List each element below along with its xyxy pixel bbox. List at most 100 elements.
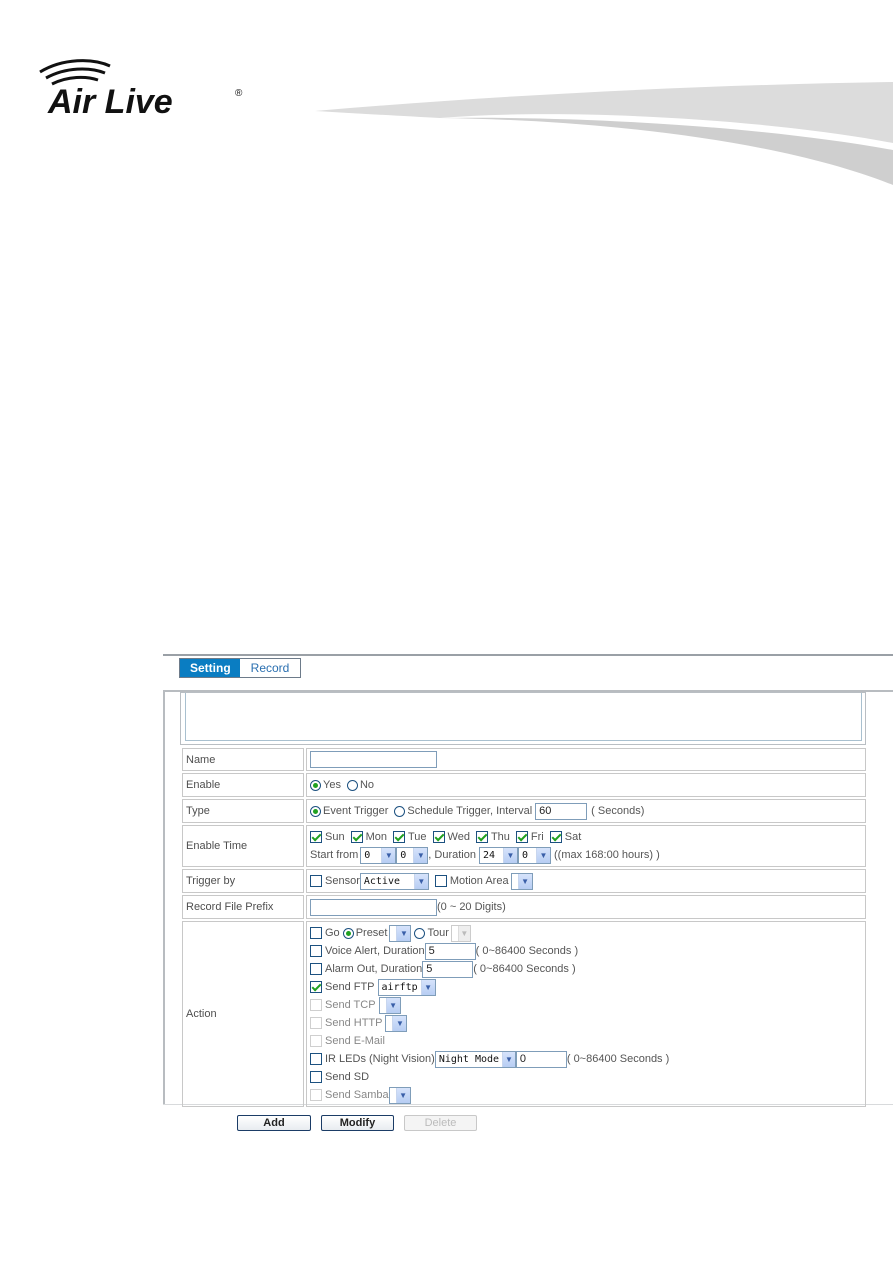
- type-label: Type: [182, 799, 304, 823]
- ir-duration-input[interactable]: 0: [515, 1050, 567, 1068]
- name-label: Name: [182, 748, 304, 771]
- voice-alert-duration-input[interactable]: 5: [424, 942, 476, 960]
- send-http-label: Send HTTP: [325, 1017, 383, 1029]
- record-prefix-label: Record File Prefix: [182, 895, 304, 919]
- tour-select[interactable]: ▼: [450, 924, 471, 942]
- duration-minute-select[interactable]: 0 ▼: [518, 846, 551, 864]
- tour-radio[interactable]: [414, 927, 426, 939]
- interval-input[interactable]: 60: [535, 802, 588, 820]
- action-tcp-row: Send TCP ▼: [310, 996, 862, 1014]
- send-email-checkbox[interactable]: [310, 1035, 322, 1047]
- event-list-box[interactable]: [180, 692, 866, 745]
- ir-leds-label: IR LEDs (Night Vision): [325, 1053, 435, 1065]
- send-ftp-checkbox[interactable]: [310, 981, 322, 993]
- row-enable: Enable Yes No: [182, 773, 866, 797]
- send-tcp-checkbox[interactable]: [310, 999, 322, 1011]
- preset-label: Preset: [355, 927, 388, 939]
- day-sat-checkbox[interactable]: [549, 831, 562, 843]
- chevron-down-icon: ▼: [457, 925, 470, 941]
- enable-cell: Yes No: [306, 773, 866, 797]
- record-prefix-note: (0 ~ 20 Digits): [437, 901, 506, 913]
- trigger-by-cell: Sensor Active ▼ Motion Area ▼: [306, 869, 866, 893]
- tabs-divider: [163, 654, 893, 656]
- go-checkbox[interactable]: [310, 927, 322, 939]
- alarm-out-duration-input[interactable]: 5: [422, 960, 474, 978]
- days-row: Sun Mon Tue Wed Thu Fri Sat: [310, 828, 862, 846]
- modify-button[interactable]: Modify: [321, 1115, 394, 1131]
- day-thu-label: Thu: [490, 831, 510, 843]
- row-enable-time: Enable Time Sun Mon Tue Wed Thu Fri Sat …: [182, 825, 866, 867]
- duration-hour-select[interactable]: 24 ▼: [479, 846, 518, 864]
- action-ir-row: IR LEDs (Night Vision) Night Mode ▼ 0 ( 0…: [310, 1050, 862, 1068]
- record-prefix-input[interactable]: [310, 898, 437, 916]
- max-hours-note: ((max 168:00 hours) ): [554, 849, 660, 861]
- chevron-down-icon: ▼: [413, 873, 428, 889]
- event-list-inner: [185, 693, 862, 741]
- action-sd-row: Send SD: [310, 1068, 862, 1086]
- alarm-out-label: Alarm Out, Duration: [325, 963, 423, 975]
- action-go-row: Go Preset ▼ Tour ▼: [310, 924, 862, 942]
- send-samba-label: Send Samba: [325, 1089, 389, 1101]
- chevron-down-icon: ▼: [517, 873, 532, 889]
- chevron-down-icon: ▼: [396, 925, 411, 941]
- enable-yes-label: Yes: [323, 779, 341, 791]
- action-alarm-row: Alarm Out, Duration 5 ( 0~86400 Seconds …: [310, 960, 862, 978]
- enable-label: Enable: [182, 773, 304, 797]
- tab-setting[interactable]: Setting: [180, 659, 240, 677]
- enable-time-cell: Sun Mon Tue Wed Thu Fri Sat Start from 0…: [306, 825, 866, 867]
- motion-area-select[interactable]: ▼: [510, 872, 533, 890]
- alarm-out-note: ( 0~86400 Seconds ): [473, 963, 576, 975]
- svg-text:Air Live: Air Live: [47, 83, 173, 118]
- day-tue-label: Tue: [407, 831, 427, 843]
- wifi-waves-icon: Air Live ®: [39, 59, 243, 121]
- day-thu-checkbox[interactable]: [475, 831, 488, 843]
- delete-button[interactable]: Delete: [404, 1115, 477, 1131]
- start-minute-select[interactable]: 0 ▼: [396, 846, 429, 864]
- send-samba-select[interactable]: ▼: [388, 1086, 411, 1104]
- action-email-row: Send E-Mail: [310, 1032, 862, 1050]
- event-trigger-radio[interactable]: [310, 805, 321, 817]
- sensor-select[interactable]: Active ▼: [359, 872, 429, 890]
- day-mon-label: Mon: [365, 831, 387, 843]
- day-mon-checkbox[interactable]: [350, 831, 363, 843]
- chevron-down-icon: ▼: [503, 847, 517, 863]
- ir-mode-select[interactable]: Night Mode ▼: [434, 1050, 516, 1068]
- motion-area-checkbox[interactable]: [434, 875, 447, 887]
- name-input[interactable]: [310, 751, 437, 768]
- tab-bar: Setting Record: [179, 658, 301, 678]
- chevron-down-icon: ▼: [381, 847, 396, 863]
- enable-no-radio[interactable]: [346, 779, 358, 791]
- start-hour-select[interactable]: 0 ▼: [360, 846, 397, 864]
- schedule-trigger-radio[interactable]: [394, 805, 406, 817]
- tab-record[interactable]: Record: [240, 659, 300, 677]
- enable-time-label: Enable Time: [182, 825, 304, 867]
- sensor-checkbox[interactable]: [310, 875, 322, 887]
- send-samba-checkbox[interactable]: [310, 1089, 322, 1101]
- voice-alert-checkbox[interactable]: [310, 945, 322, 957]
- send-ftp-select[interactable]: airftp ▼: [377, 978, 436, 996]
- day-sun-checkbox[interactable]: [310, 831, 322, 843]
- time-range-row: Start from 0 ▼ 0 ▼ , Duration 24 ▼ 0 ▼ ((max…: [310, 846, 862, 864]
- voice-alert-label: Voice Alert, Duration: [325, 945, 425, 957]
- send-http-checkbox[interactable]: [310, 1017, 322, 1029]
- send-ftp-label: Send FTP: [325, 981, 375, 993]
- row-type: Type Event Trigger Schedule Trigger, Int…: [182, 799, 866, 823]
- send-http-select[interactable]: ▼: [385, 1014, 408, 1032]
- ir-leds-checkbox[interactable]: [310, 1053, 322, 1065]
- preset-select[interactable]: ▼: [389, 924, 412, 942]
- preset-radio[interactable]: [342, 927, 354, 939]
- day-wed-label: Wed: [447, 831, 470, 843]
- send-tcp-select[interactable]: ▼: [378, 996, 401, 1014]
- chevron-down-icon: ▼: [536, 847, 550, 863]
- type-cell: Event Trigger Schedule Trigger, Interval…: [306, 799, 866, 823]
- enable-yes-radio[interactable]: [310, 779, 321, 791]
- day-tue-checkbox[interactable]: [392, 831, 405, 843]
- send-sd-checkbox[interactable]: [310, 1071, 322, 1083]
- alarm-out-checkbox[interactable]: [310, 963, 322, 975]
- action-http-row: Send HTTP ▼: [310, 1014, 862, 1032]
- day-sat-label: Sat: [564, 831, 582, 843]
- add-button[interactable]: Add: [237, 1115, 311, 1131]
- day-wed-checkbox[interactable]: [432, 831, 445, 843]
- day-fri-checkbox[interactable]: [515, 831, 528, 843]
- action-samba-row: Send Samba ▼: [310, 1086, 862, 1104]
